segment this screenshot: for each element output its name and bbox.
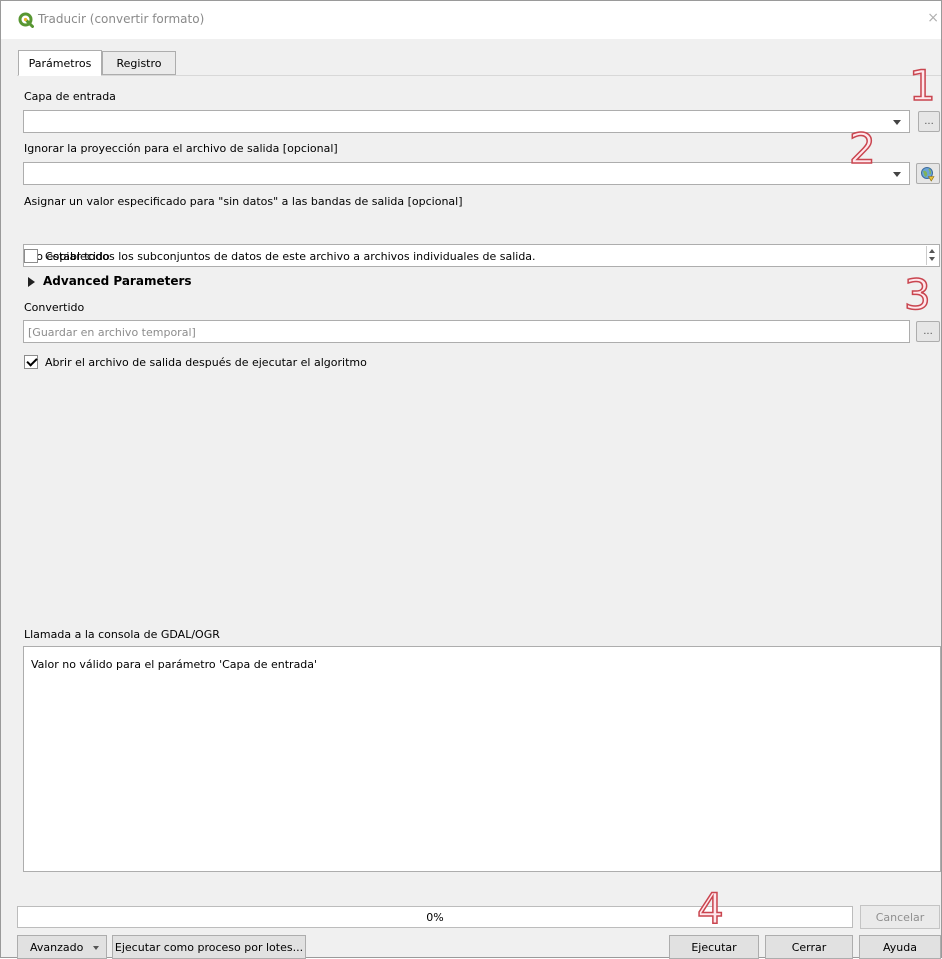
progress-bar: 0% xyxy=(17,906,853,928)
close-window-icon[interactable]: × xyxy=(927,10,939,26)
chevron-down-icon xyxy=(893,120,901,125)
cancel-button[interactable]: Cancelar xyxy=(860,905,940,929)
advanced-button-label: Avanzado xyxy=(30,940,84,954)
input-layer-combobox[interactable] xyxy=(23,110,910,133)
expand-arrow-icon[interactable] xyxy=(28,277,35,287)
output-label: Convertido xyxy=(24,301,85,314)
projection-label: Ignorar la proyección para el archivo de… xyxy=(24,142,338,155)
advanced-parameters-toggle[interactable]: Advanced Parameters xyxy=(43,274,192,288)
title-bar: Traducir (convertir formato) × xyxy=(1,1,941,39)
spin-down-icon[interactable] xyxy=(929,257,935,261)
input-layer-browse-button[interactable]: ... xyxy=(918,111,940,132)
copy-subdatasets-checkbox[interactable] xyxy=(24,249,38,263)
spin-buttons[interactable] xyxy=(926,246,938,265)
annotation-number-2: 2 xyxy=(848,124,876,173)
window-title: Traducir (convertir formato) xyxy=(38,12,205,26)
console-label: Llamada a la consola de GDAL/OGR xyxy=(24,628,220,641)
batch-process-button[interactable]: Ejecutar como proceso por lotes... xyxy=(112,935,306,959)
help-button[interactable]: Ayuda xyxy=(859,935,941,959)
nodata-label: Asignar un valor especificado para "sin … xyxy=(24,195,463,208)
gdal-console-textarea[interactable]: Valor no válido para el parámetro 'Capa … xyxy=(23,646,941,872)
spin-up-icon[interactable] xyxy=(929,249,935,253)
annotation-number-4: 4 xyxy=(696,884,724,933)
output-file-placeholder: [Guardar en archivo temporal] xyxy=(28,326,196,339)
qgis-logo-icon xyxy=(18,12,34,28)
close-button[interactable]: Cerrar xyxy=(765,935,853,959)
output-browse-button[interactable]: ... xyxy=(916,321,940,342)
open-output-checkbox[interactable] xyxy=(24,355,38,369)
select-crs-button[interactable] xyxy=(916,163,940,184)
output-file-input[interactable]: [Guardar en archivo temporal] xyxy=(23,320,910,343)
run-button[interactable]: Ejecutar xyxy=(669,935,759,959)
annotation-number-3: 3 xyxy=(903,270,931,319)
advanced-dropdown-button[interactable]: Avanzado xyxy=(17,935,107,959)
annotation-number-1: 1 xyxy=(908,61,936,110)
console-text: Valor no válido para el parámetro 'Capa … xyxy=(31,658,318,671)
copy-subdatasets-label: Copiar todos los subconjuntos de datos d… xyxy=(45,250,536,263)
tab-parametros[interactable]: Parámetros xyxy=(18,50,102,76)
crs-globe-icon xyxy=(921,166,935,182)
chevron-down-icon xyxy=(893,172,901,177)
open-output-label: Abrir el archivo de salida después de ej… xyxy=(45,356,367,369)
progress-text: 0% xyxy=(426,911,444,924)
chevron-down-icon xyxy=(93,946,99,950)
projection-combobox[interactable] xyxy=(23,162,910,185)
tab-registro[interactable]: Registro xyxy=(102,51,176,75)
input-layer-label: Capa de entrada xyxy=(24,90,116,103)
dialog-window: Traducir (convertir formato) × Parámetro… xyxy=(0,0,942,959)
